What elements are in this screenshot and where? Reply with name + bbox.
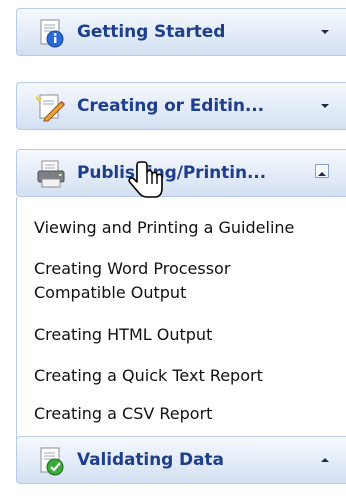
section-title: Publishing/Printin... xyxy=(77,163,267,183)
section-header-getting-started[interactable]: Getting Started xyxy=(16,8,346,56)
list-item[interactable]: Viewing and Printing a Guideline xyxy=(34,216,294,240)
section-header-validating-data[interactable]: Validating Data xyxy=(16,436,346,484)
section-header-creating-or-editing[interactable]: Creating or Editin... xyxy=(16,82,346,130)
list-item[interactable]: Creating HTML Output xyxy=(34,323,212,347)
chevron-up-icon xyxy=(318,172,326,176)
chevron-down-icon[interactable] xyxy=(317,98,333,114)
edit-document-icon xyxy=(36,94,65,122)
section-title: Validating Data xyxy=(77,450,224,470)
list-item[interactable]: Creating Word Processor xyxy=(34,257,230,281)
list-item[interactable]: Creating a CSV Report xyxy=(34,402,212,426)
section-title: Getting Started xyxy=(77,22,226,42)
printer-icon xyxy=(37,160,65,188)
chevron-up-box-icon[interactable] xyxy=(315,164,329,178)
chevron-down-icon[interactable] xyxy=(317,24,333,40)
check-document-icon xyxy=(40,447,64,476)
list-item[interactable]: Creating a Quick Text Report xyxy=(34,364,263,388)
task-pane: Getting Started Creating or Editin... Pu… xyxy=(0,0,346,497)
list-item[interactable]: Compatible Output xyxy=(34,281,186,305)
section-header-publishing-printing[interactable]: Publishing/Printin... xyxy=(16,149,346,197)
publishing-items-list: Viewing and Printing a Guideline Creatin… xyxy=(16,197,346,439)
chevron-up-icon[interactable] xyxy=(317,452,333,468)
info-document-icon xyxy=(40,19,64,48)
section-title: Creating or Editin... xyxy=(77,96,264,116)
